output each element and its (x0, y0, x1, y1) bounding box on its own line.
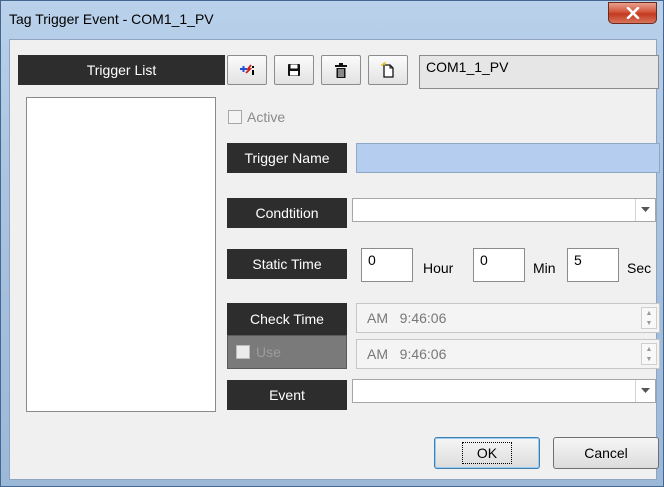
use-checkbox[interactable] (236, 345, 250, 359)
spin-down-icon[interactable]: ▼ (642, 318, 656, 328)
event-dropdown[interactable] (352, 379, 656, 403)
active-label: Active (247, 109, 286, 125)
new-document-icon (381, 62, 394, 78)
spin-down-icon[interactable]: ▼ (642, 354, 656, 364)
hour-input[interactable]: 0 (361, 248, 413, 282)
condition-label: Condtition (227, 198, 347, 228)
trash-icon (335, 62, 347, 78)
dialog-client-area: Trigger List COM1_1_PV Active Trigger Na… (9, 39, 660, 480)
trigger-name-input[interactable] (356, 143, 660, 173)
delete-button[interactable] (321, 55, 361, 85)
hour-unit-label: Hour (423, 260, 454, 276)
min-unit-label: Min (533, 260, 556, 276)
event-dropdown-arrow[interactable] (635, 380, 655, 402)
close-button[interactable] (608, 2, 657, 24)
active-checkbox-row[interactable]: Active (228, 109, 285, 125)
new-document-button[interactable] (368, 55, 408, 85)
ok-button-label: OK (461, 442, 513, 464)
check-time-end-picker[interactable]: AM 9:46:06 ▲ ▼ (356, 339, 660, 369)
spin-up-icon[interactable]: ▲ (642, 308, 656, 318)
min-input[interactable]: 0 (473, 248, 525, 282)
check-time-end-value: AM 9:46:06 (367, 346, 447, 362)
dialog-window: Tag Trigger Event - COM1_1_PV Trigger Li… (0, 0, 664, 487)
trigger-list-header: Trigger List (18, 55, 225, 85)
check-time-start-picker[interactable]: AM 9:46:06 ▲ ▼ (356, 303, 660, 333)
window-title: Tag Trigger Event - COM1_1_PV (9, 11, 214, 27)
condition-dropdown[interactable] (352, 198, 656, 222)
add-trigger-icon (240, 64, 254, 75)
check-time-start-spinner[interactable]: ▲ ▼ (641, 307, 657, 329)
save-icon (288, 64, 300, 76)
check-time-end-spinner[interactable]: ▲ ▼ (641, 343, 657, 365)
sec-unit-label: Sec (627, 260, 652, 276)
sec-input[interactable]: 5 (567, 248, 619, 282)
trigger-name-label: Trigger Name (227, 143, 347, 173)
static-time-label: Static Time (227, 249, 347, 279)
use-checkbox-row[interactable]: Use (227, 335, 347, 369)
event-label: Event (227, 380, 347, 410)
title-bar[interactable]: Tag Trigger Event - COM1_1_PV (1, 1, 663, 39)
add-trigger-button[interactable] (227, 55, 267, 85)
use-label: Use (256, 344, 281, 360)
tag-name-display: COM1_1_PV (419, 55, 659, 89)
save-button[interactable] (274, 55, 314, 85)
cancel-button[interactable]: Cancel (553, 437, 659, 469)
spin-up-icon[interactable]: ▲ (642, 344, 656, 354)
check-time-start-value: AM 9:46:06 (367, 310, 447, 326)
close-icon (626, 7, 639, 19)
ok-button[interactable]: OK (434, 437, 540, 469)
chevron-down-icon (641, 388, 650, 393)
active-checkbox[interactable] (228, 110, 242, 124)
check-time-label: Check Time (227, 303, 347, 335)
trigger-list[interactable] (26, 97, 216, 412)
chevron-down-icon (641, 207, 650, 212)
condition-dropdown-arrow[interactable] (635, 199, 655, 221)
